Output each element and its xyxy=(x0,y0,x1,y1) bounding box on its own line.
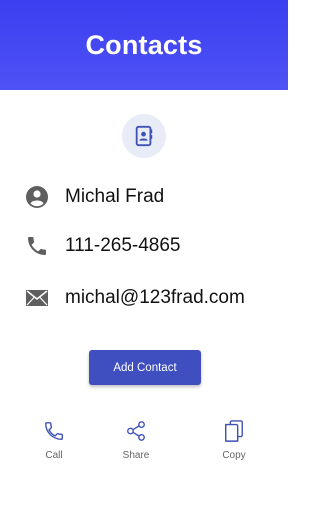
phone-outline-icon xyxy=(41,418,67,444)
contact-phone-row: 111-265-4865 xyxy=(24,231,278,261)
add-contact-button[interactable]: Add Contact xyxy=(89,350,201,385)
copy-label: Copy xyxy=(222,450,246,461)
contact-name: Michal Frad xyxy=(65,186,165,207)
contact-phone: 111-265-4865 xyxy=(65,235,181,256)
contact-name-row: Michal Frad xyxy=(24,182,278,212)
contact-email: michal@123frad.com xyxy=(65,287,245,308)
contact-book-badge xyxy=(122,114,166,158)
call-action[interactable]: Call xyxy=(24,418,84,466)
copy-icon xyxy=(221,418,247,444)
app-header: Contacts xyxy=(0,0,288,90)
share-icon xyxy=(123,418,149,444)
contact-email-row: michal@123frad.com xyxy=(24,283,278,313)
page-title: Contacts xyxy=(85,29,203,60)
email-icon xyxy=(24,285,50,311)
copy-action[interactable]: Copy xyxy=(204,418,264,466)
call-label: Call xyxy=(45,450,63,461)
share-label: Share xyxy=(122,450,150,461)
account-circle-icon xyxy=(24,184,50,210)
contact-book-icon xyxy=(135,125,153,147)
share-action[interactable]: Share xyxy=(106,418,166,466)
phone-icon xyxy=(24,233,50,259)
